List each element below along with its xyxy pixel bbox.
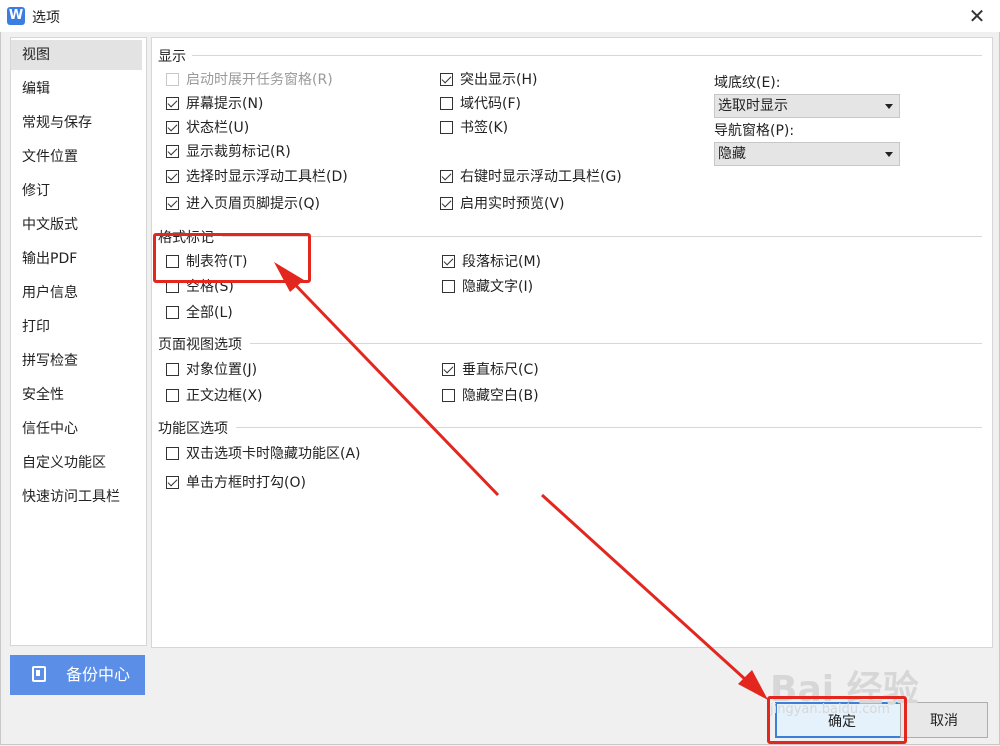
arrow-to-ok — [540, 493, 759, 692]
annotation-arrows — [274, 262, 768, 700]
arrowhead-ok — [738, 670, 768, 700]
arrow-to-tab-char — [279, 268, 500, 497]
